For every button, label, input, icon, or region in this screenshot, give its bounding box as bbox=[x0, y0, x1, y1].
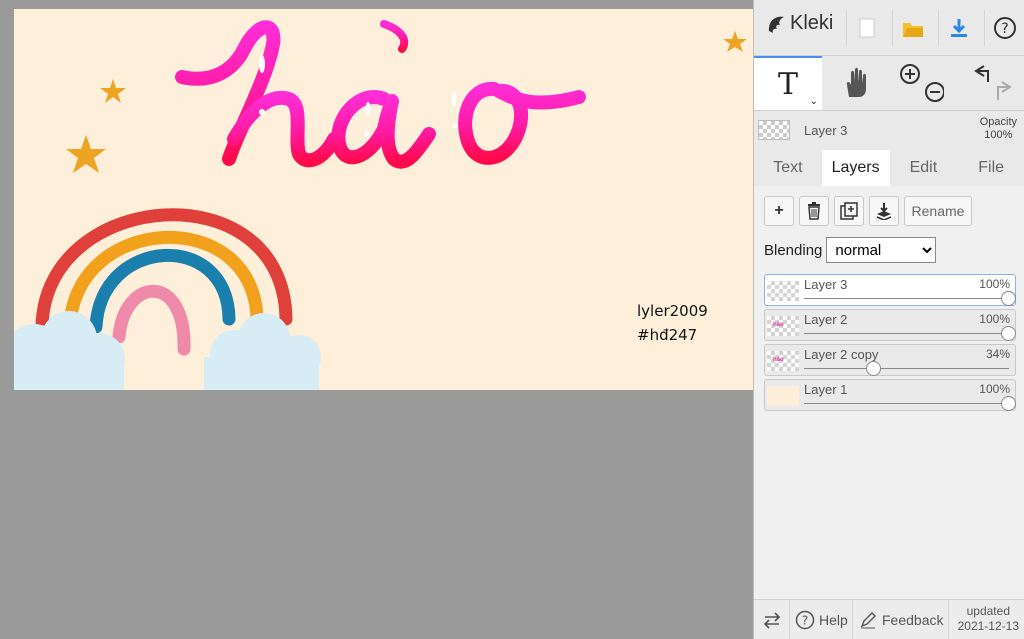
layer-thumbnail bbox=[767, 281, 799, 301]
opacity-slider-handle[interactable] bbox=[1001, 291, 1016, 306]
feedback-link[interactable]: Feedback bbox=[853, 600, 949, 639]
opacity-slider-track[interactable] bbox=[804, 368, 1009, 369]
layer-actions: + Rename bbox=[764, 196, 972, 226]
hand-tool-button[interactable] bbox=[822, 56, 890, 110]
blending-label: Blending bbox=[764, 241, 823, 259]
new-file-icon bbox=[859, 18, 874, 38]
help-label: Help bbox=[819, 612, 848, 628]
layer-opacity: 100% bbox=[979, 277, 1010, 291]
feedback-label: Feedback bbox=[882, 612, 944, 628]
help-link[interactable]: ? Help bbox=[790, 600, 853, 639]
download-button[interactable] bbox=[938, 10, 978, 46]
updated-label: updated bbox=[966, 604, 1010, 618]
bottom-bar: ? Help Feedback updated 2021-12-13 bbox=[754, 599, 1024, 639]
help-icon: ? bbox=[993, 17, 1016, 39]
current-layer-name: Layer 3 bbox=[804, 123, 848, 138]
layer-name: Layer 3 bbox=[804, 277, 848, 292]
folder-icon bbox=[902, 23, 923, 37]
opacity-slider-track[interactable] bbox=[804, 333, 1009, 334]
current-layer-opacity: Opacity 100% bbox=[980, 116, 1017, 142]
star bbox=[100, 79, 126, 103]
open-file-button[interactable] bbox=[892, 10, 932, 46]
svg-text:?: ? bbox=[1001, 21, 1008, 37]
signature-line-1: lyler2009 bbox=[637, 302, 708, 320]
app-name: Kleki bbox=[790, 12, 834, 34]
merge-down-button[interactable] bbox=[869, 196, 899, 226]
blending-select[interactable]: normal bbox=[826, 237, 937, 263]
layer-name: Layer 2 bbox=[804, 312, 848, 327]
hand-icon bbox=[846, 67, 866, 97]
layer-opacity: 100% bbox=[979, 312, 1010, 326]
opacity-slider-handle[interactable] bbox=[1001, 396, 1016, 411]
opacity-slider-handle[interactable] bbox=[865, 361, 881, 376]
layer-item-layer-1[interactable]: Layer 1 100% bbox=[764, 379, 1016, 411]
help-button[interactable]: ? bbox=[984, 10, 1024, 46]
layer-item-layer-3[interactable]: Layer 3 100% bbox=[764, 274, 1016, 306]
kleki-logo-icon bbox=[768, 16, 784, 33]
current-layer-info: Layer 3 Opacity 100% bbox=[754, 112, 1024, 150]
layer-item-layer-2-copy[interactable]: hào Layer 2 copy 34% bbox=[764, 344, 1016, 376]
new-file-button[interactable] bbox=[846, 10, 886, 46]
layer-name: Layer 1 bbox=[804, 382, 848, 397]
duplicate-layer-button[interactable] bbox=[834, 196, 864, 226]
text-tool-icon: T bbox=[777, 66, 798, 102]
panel-tabs: Text Layers Edit File bbox=[754, 150, 1024, 186]
layer-thumbnail: hào bbox=[767, 316, 799, 336]
layer-opacity: 34% bbox=[985, 347, 1010, 361]
download-icon bbox=[950, 19, 967, 37]
plus-icon: + bbox=[774, 202, 784, 219]
opacity-slider-handle[interactable] bbox=[1001, 326, 1016, 341]
duplicate-icon bbox=[840, 202, 858, 220]
updated-info: updated 2021-12-13 bbox=[958, 604, 1019, 634]
svg-text:?: ? bbox=[802, 614, 808, 628]
zoom-in-icon[interactable] bbox=[898, 62, 944, 102]
feedback-pen-icon bbox=[860, 612, 876, 629]
tab-edit[interactable]: Edit bbox=[890, 150, 958, 186]
tool-row: T ⌄ bbox=[754, 55, 1024, 111]
undo-icon[interactable] bbox=[966, 62, 1016, 104]
blending-control: Blending normal bbox=[764, 237, 937, 263]
tab-text[interactable]: Text bbox=[754, 150, 822, 186]
current-layer-thumbnail bbox=[758, 120, 790, 140]
tab-file[interactable]: File bbox=[957, 150, 1024, 186]
layer-item-layer-2[interactable]: hào Layer 2 100% bbox=[764, 309, 1016, 341]
delete-layer-button[interactable] bbox=[799, 196, 829, 226]
opacity-slider-track[interactable] bbox=[804, 403, 1009, 404]
swap-side-button[interactable] bbox=[754, 600, 790, 639]
chevron-down-icon[interactable]: ⌄ bbox=[810, 96, 818, 107]
help-circle-icon: ? bbox=[795, 610, 815, 630]
text-tool-button[interactable]: T ⌄ bbox=[754, 56, 822, 110]
rename-layer-button[interactable]: Rename bbox=[904, 196, 972, 226]
canvas-workspace[interactable]: lyler2009 #hđ247 bbox=[0, 0, 753, 639]
undo-redo-buttons bbox=[958, 56, 1024, 110]
star bbox=[723, 31, 747, 52]
layer-thumbnail bbox=[767, 386, 799, 406]
layer-name: Layer 2 copy bbox=[804, 347, 879, 362]
layer-thumbnail: hào bbox=[767, 351, 799, 371]
layer-opacity: 100% bbox=[979, 382, 1010, 396]
add-layer-button[interactable]: + bbox=[764, 196, 794, 226]
merge-down-icon bbox=[876, 203, 892, 220]
opacity-slider-track[interactable] bbox=[804, 298, 1009, 299]
side-panel: Kleki ? T ⌄ Layer 3 Opacity 100% Text La… bbox=[753, 0, 1024, 639]
app-logo[interactable]: Kleki bbox=[766, 12, 833, 35]
signature-line-2: #hđ247 bbox=[637, 326, 698, 344]
updated-date: 2021-12-13 bbox=[957, 619, 1019, 633]
top-toolbar: Kleki ? bbox=[754, 8, 1024, 46]
opacity-label: Opacity bbox=[979, 116, 1017, 128]
trash-icon bbox=[808, 202, 820, 220]
opacity-value: 100% bbox=[984, 129, 1013, 141]
layers-panel: + Rename Blending normal Layer 3 100% hà… bbox=[754, 186, 1024, 599]
star bbox=[66, 135, 106, 173]
swap-arrows-icon bbox=[763, 612, 780, 629]
tab-layers[interactable]: Layers bbox=[821, 150, 890, 186]
drawing-canvas[interactable]: lyler2009 #hđ247 bbox=[14, 9, 753, 390]
zoom-buttons bbox=[890, 56, 958, 110]
